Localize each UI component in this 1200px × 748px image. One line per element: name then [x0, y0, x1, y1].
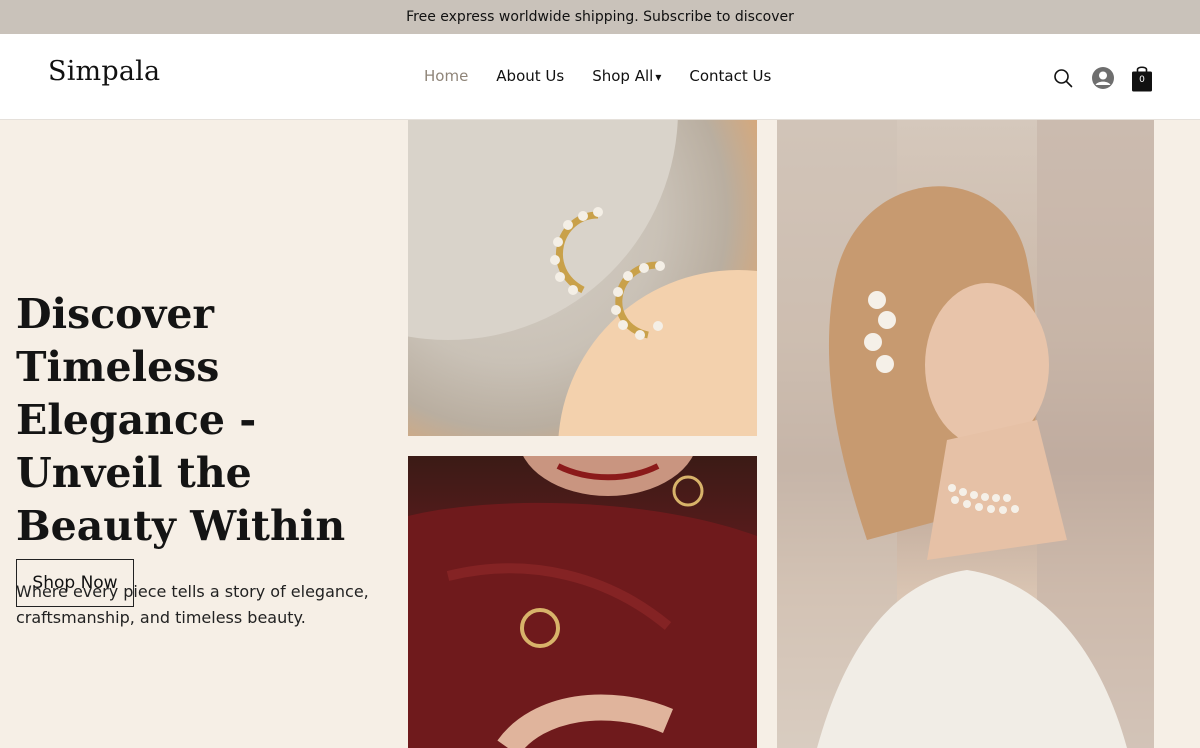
header-icons: 0 [1050, 63, 1154, 93]
pearl-choker-model-image [777, 120, 1154, 748]
nav-contact-us[interactable]: Contact Us [689, 67, 771, 85]
site-header: Simpala Home About Us Shop All ▾ Contact … [0, 34, 1200, 120]
shopping-bag-icon[interactable]: 0 [1130, 63, 1154, 93]
announcement-text[interactable]: Free express worldwide shipping. Subscri… [406, 9, 794, 25]
chevron-down-icon: ▾ [655, 70, 662, 84]
user-account-icon[interactable] [1090, 65, 1116, 91]
nav-shop-all-label: Shop All [592, 67, 654, 85]
shop-now-button[interactable]: Shop Now [16, 559, 134, 607]
nav-home[interactable]: Home [424, 67, 468, 85]
cart-count: 0 [1139, 75, 1145, 85]
site-logo[interactable]: Simpala [48, 56, 160, 87]
pearl-earrings-image [408, 120, 757, 436]
main-nav: Home About Us Shop All ▾ Contact Us [424, 67, 771, 85]
nav-about-us[interactable]: About Us [496, 67, 564, 85]
announcement-bar: Free express worldwide shipping. Subscri… [0, 0, 1200, 34]
red-velvet-model-image [408, 456, 757, 748]
nav-shop-all[interactable]: Shop All ▾ [592, 67, 661, 85]
search-icon[interactable] [1050, 65, 1076, 91]
hero-title: Discover Timeless Elegance - Unveil the … [16, 290, 346, 550]
